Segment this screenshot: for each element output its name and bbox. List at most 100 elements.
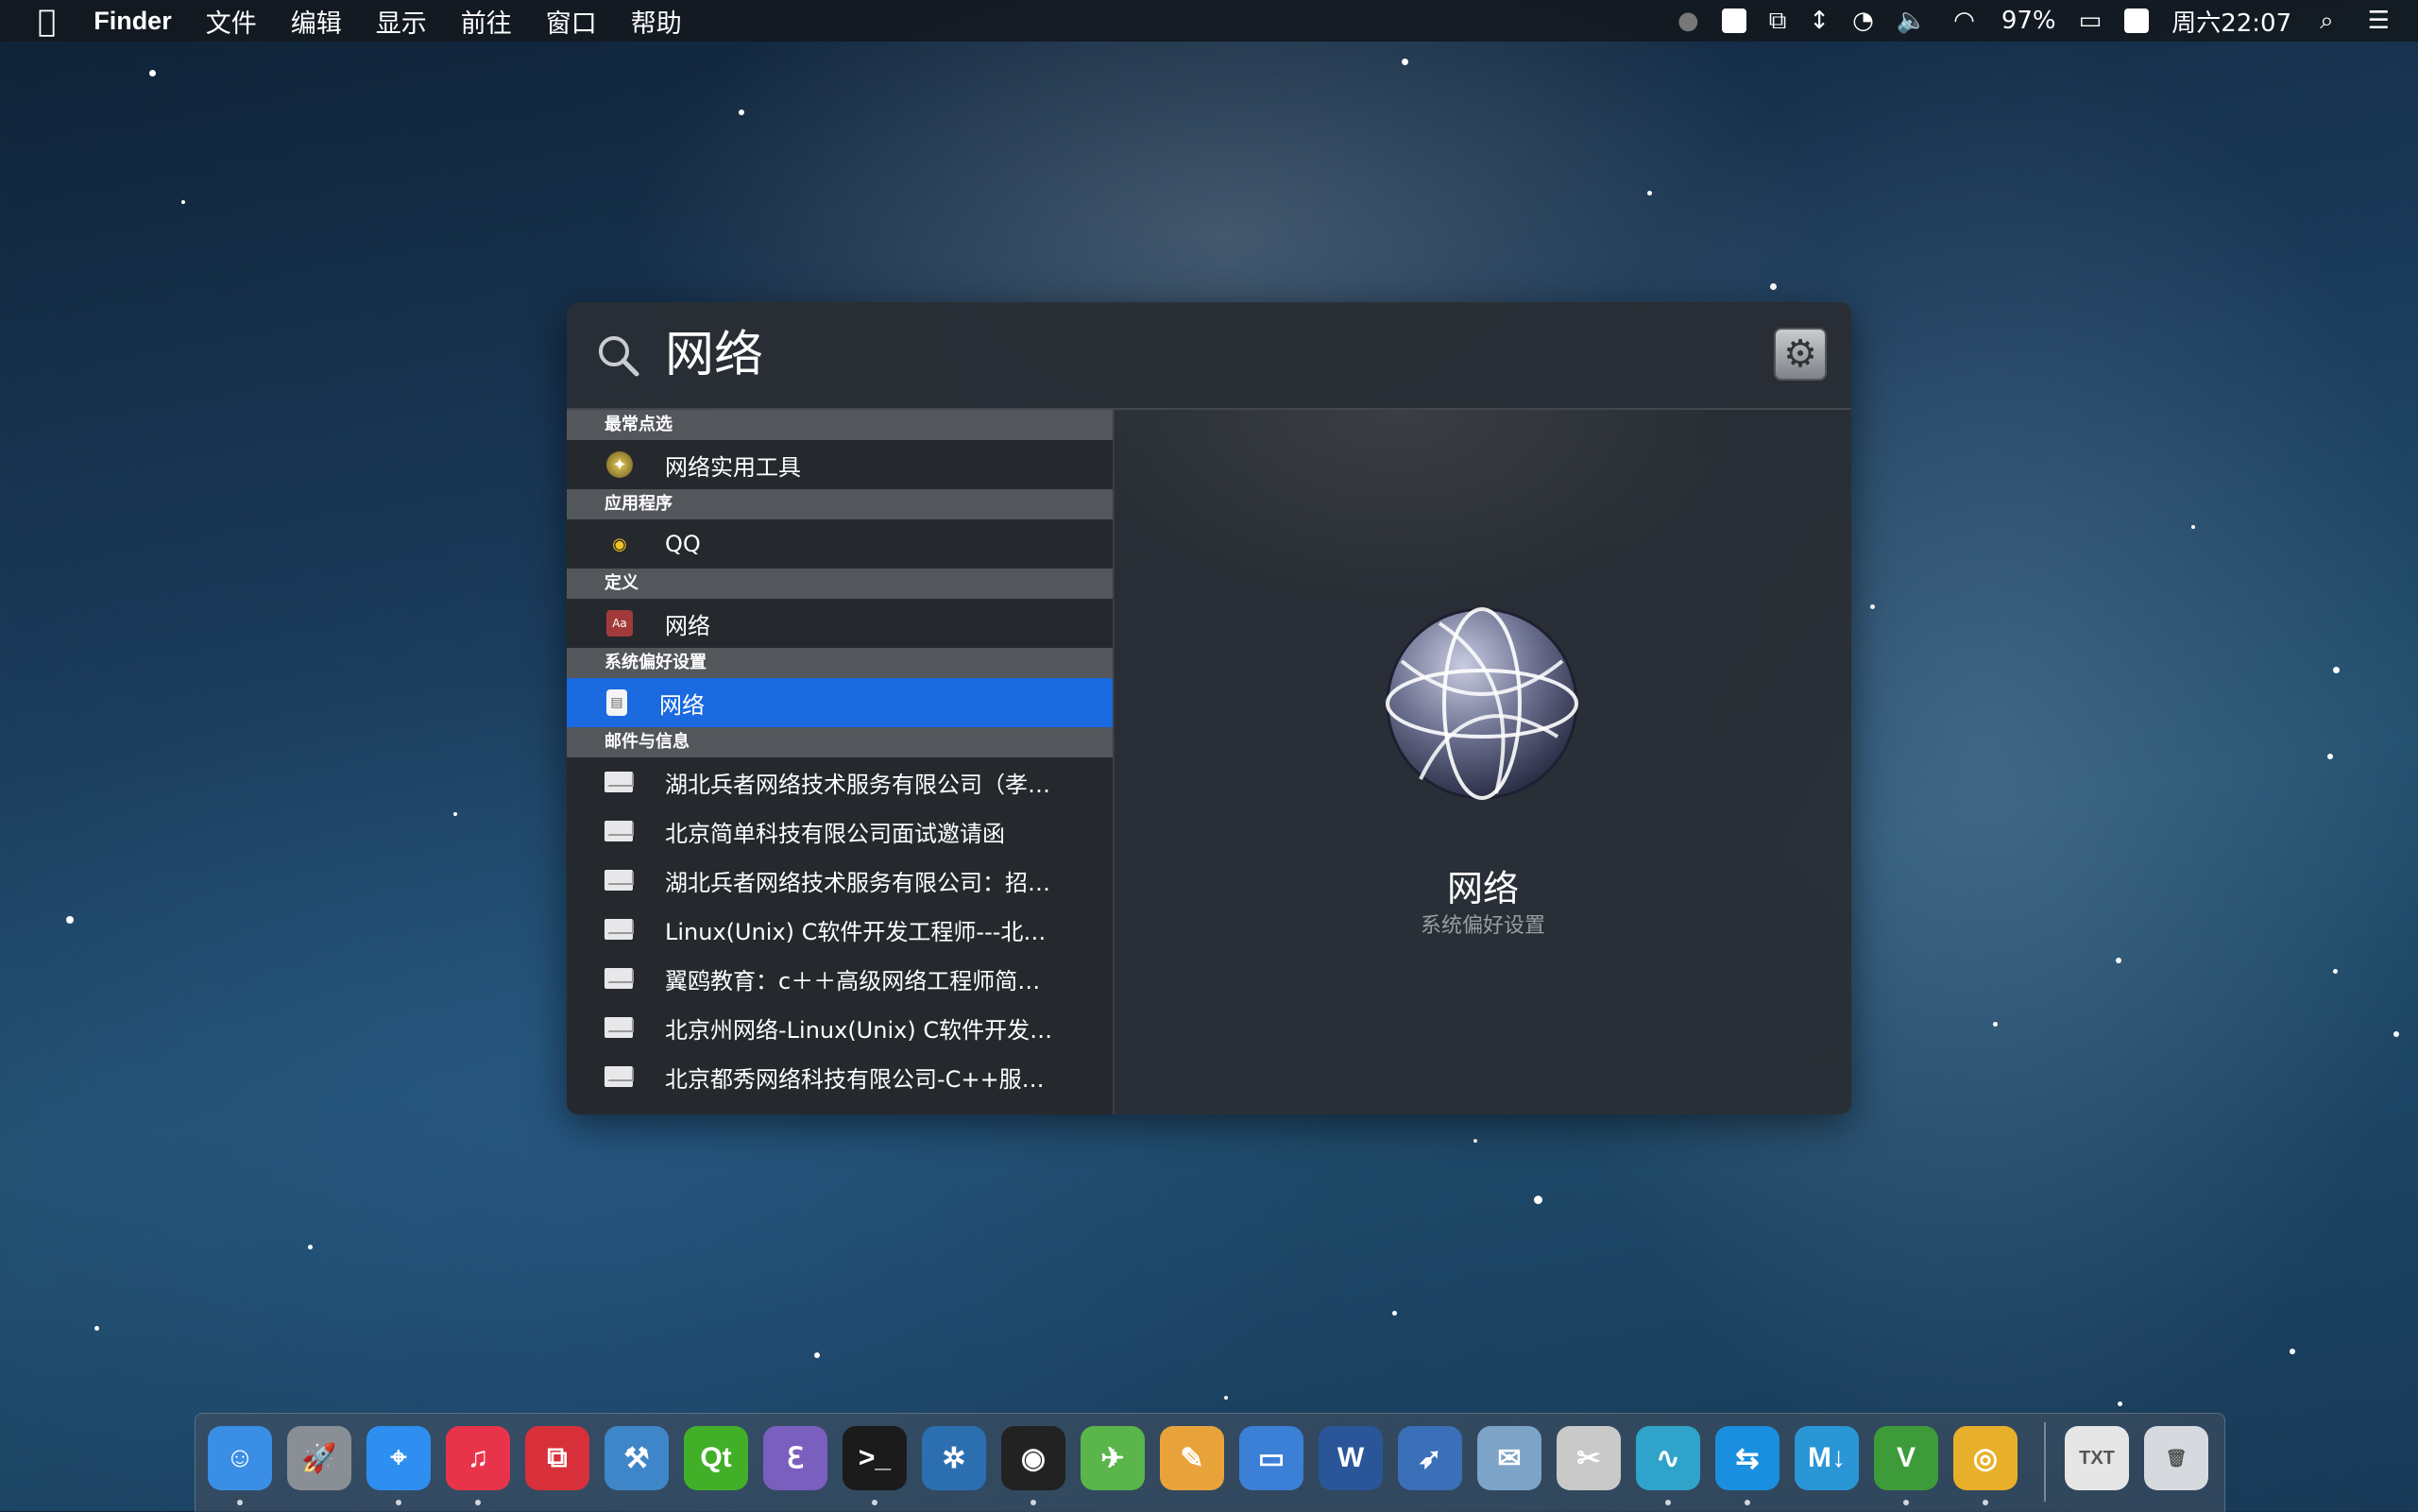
result-mail-4[interactable]: Linux(Unix) C软件开发工程师---北… <box>567 905 1113 954</box>
result-mail-3[interactable]: 湖北兵者网络技术服务有限公司：招… <box>567 856 1113 905</box>
teamviewer-status-icon[interactable] <box>1711 8 1758 33</box>
qq-icon[interactable]: ◉ <box>1001 1426 1065 1490</box>
results-list: 最常点选 ✦ 网络实用工具 应用程序 ◉ QQ 定义 Aa 网络 系统偏好设置 … <box>567 410 1113 1114</box>
network-globe-icon <box>1386 607 1578 800</box>
finder-icon[interactable]: ☺ <box>208 1426 272 1490</box>
result-label: 北京州网络-Linux(Unix) C软件开发… <box>665 1016 1053 1044</box>
menu-help[interactable]: 帮助 <box>614 3 699 40</box>
screenshot-icon[interactable]: ✂ <box>1557 1426 1621 1490</box>
envelope-icon <box>604 870 633 891</box>
gauge-icon[interactable]: ◔ <box>1841 7 1885 35</box>
envelope-icon <box>604 821 633 841</box>
envelope-icon <box>604 968 633 989</box>
preference-file-icon: ▤ <box>606 689 627 716</box>
result-label: 网络 <box>659 691 705 719</box>
result-definition[interactable]: Aa 网络 <box>567 599 1113 648</box>
running-indicator <box>872 1500 877 1505</box>
preview-icon[interactable]: ✉ <box>1477 1426 1541 1490</box>
itunes-icon[interactable]: ♫ <box>446 1426 510 1490</box>
result-label: 网络实用工具 <box>665 453 801 481</box>
section-header-applications: 应用程序 <box>567 489 1113 519</box>
pages-icon[interactable]: ✎ <box>1160 1426 1224 1490</box>
network-utility-icon: ✦ <box>606 451 633 478</box>
search-input[interactable]: 网络 <box>665 321 763 389</box>
volume-icon[interactable]: 🔈 <box>1885 7 1938 35</box>
result-network-preference[interactable]: ▤ 网络 <box>567 678 1113 727</box>
result-mail-6[interactable]: 北京州网络-Linux(Unix) C软件开发… <box>567 1003 1113 1052</box>
terminal-icon[interactable]: >_ <box>843 1426 907 1490</box>
safari-icon[interactable]: ⌖ <box>366 1426 431 1490</box>
menu-bar:  Finder 文件 编辑 显示 前往 窗口 帮助 ● ⧉ ↕ ◔ 🔈 ◠ 9… <box>0 0 2418 42</box>
menu-window[interactable]: 窗口 <box>529 3 614 40</box>
teamviewer-icon[interactable]: ⇆ <box>1715 1426 1779 1490</box>
running-indicator <box>475 1500 481 1505</box>
running-indicator <box>1745 1500 1750 1505</box>
txt-document-icon[interactable]: TXT <box>2065 1426 2129 1490</box>
bird-app-icon[interactable]: ➶ <box>1398 1426 1462 1490</box>
result-label: 北京简单科技有限公司面试邀请函 <box>665 820 1005 847</box>
envelope-icon <box>604 772 633 792</box>
running-indicator <box>1983 1500 1988 1505</box>
result-qq[interactable]: ◉ QQ <box>567 519 1113 569</box>
result-label: 网络 <box>665 612 710 639</box>
wifi-icon[interactable]: ◠ <box>1938 7 1990 35</box>
envelope-icon <box>604 1017 633 1038</box>
system-preferences-icon[interactable]: ⚙ <box>1774 328 1827 381</box>
updown-arrows-icon[interactable]: ↕ <box>1797 7 1841 35</box>
menu-view[interactable]: 显示 <box>359 3 444 40</box>
notification-center-icon[interactable]: ☰ <box>2351 7 2418 35</box>
section-header-system-preferences: 系统偏好设置 <box>567 648 1113 678</box>
word-icon[interactable]: W <box>1319 1426 1383 1490</box>
spotlight-search-bar: 网络 ⚙ <box>567 302 1851 410</box>
result-mail-5[interactable]: 翼鸥教育：c＋＋高级网络工程师简… <box>567 954 1113 1003</box>
dictionary-icon: Aa <box>606 610 633 637</box>
qq-penguin-icon: ◉ <box>612 534 627 554</box>
markdown-icon[interactable]: M↓ <box>1795 1426 1859 1490</box>
spotlight-search-icon[interactable]: ⌕ <box>2303 7 2351 36</box>
keynote-icon[interactable]: ▭ <box>1239 1426 1303 1490</box>
battery-icon[interactable]: ▭ <box>2068 7 2114 35</box>
menu-file[interactable]: 文件 <box>189 3 274 40</box>
spotlight-window: 网络 ⚙ 最常点选 ✦ 网络实用工具 应用程序 ◉ QQ 定义 Aa 网络 系统… <box>567 302 1851 1114</box>
chrome-icon[interactable]: ◎ <box>1953 1426 2018 1490</box>
result-label: Linux(Unix) C软件开发工程师---北… <box>665 918 1047 945</box>
qt-creator-icon[interactable]: Qt <box>684 1426 748 1490</box>
input-method-icon[interactable] <box>2113 8 2160 33</box>
apple-menu-icon[interactable]:  <box>0 3 77 39</box>
running-indicator <box>1030 1500 1036 1505</box>
result-mail-7[interactable]: 北京都秀网络科技有限公司-C++服… <box>567 1052 1113 1101</box>
launchpad-icon[interactable]: 🚀 <box>287 1426 351 1490</box>
result-label: 北京都秀网络科技有限公司-C++服… <box>665 1065 1045 1093</box>
envelope-icon <box>604 919 633 940</box>
xcode-icon[interactable]: ⚒ <box>604 1426 669 1490</box>
clock[interactable]: 周六22:07 <box>2160 4 2303 39</box>
menu-edit[interactable]: 编辑 <box>274 3 359 40</box>
vim-icon[interactable]: V <box>1874 1426 1938 1490</box>
result-label: 湖北兵者网络技术服务有限公司：招… <box>665 869 1050 896</box>
result-mail-2[interactable]: 北京简单科技有限公司面试邀请函 <box>567 807 1113 856</box>
preview-title: 网络 <box>1446 868 1519 909</box>
menu-app-name[interactable]: Finder <box>77 7 189 36</box>
preview-subtitle: 系统偏好设置 <box>1420 914 1545 938</box>
search-icon <box>599 336 639 377</box>
battery-percent[interactable]: 97% <box>1990 7 2068 35</box>
window-switch-icon[interactable]: ⧉ <box>1758 7 1798 36</box>
result-label: QQ <box>665 531 701 557</box>
menu-go[interactable]: 前往 <box>444 3 529 40</box>
running-indicator <box>1665 1500 1671 1505</box>
trash-icon[interactable]: 🗑 <box>2144 1426 2208 1490</box>
result-network-utility[interactable]: ✦ 网络实用工具 <box>567 440 1113 489</box>
emacs-icon[interactable]: ℇ <box>763 1426 827 1490</box>
result-mail-1[interactable]: 湖北兵者网络技术服务有限公司（孝… <box>567 757 1113 807</box>
waveform-icon[interactable]: ∿ <box>1636 1426 1700 1490</box>
preview-pane: 网络 系统偏好设置 <box>1115 410 1851 1114</box>
sourcetree-icon[interactable]: ✲ <box>922 1426 986 1490</box>
qq-status-icon[interactable]: ● <box>1666 7 1711 35</box>
section-header-mail-messages: 邮件与信息 <box>567 727 1113 757</box>
parallels-icon[interactable]: ⧉ <box>525 1426 589 1490</box>
running-indicator <box>1903 1500 1909 1505</box>
envelope-icon <box>604 1066 633 1087</box>
section-header-definition: 定义 <box>567 569 1113 599</box>
result-label: 湖北兵者网络技术服务有限公司（孝… <box>665 771 1050 798</box>
maps-icon[interactable]: ✈ <box>1081 1426 1145 1490</box>
